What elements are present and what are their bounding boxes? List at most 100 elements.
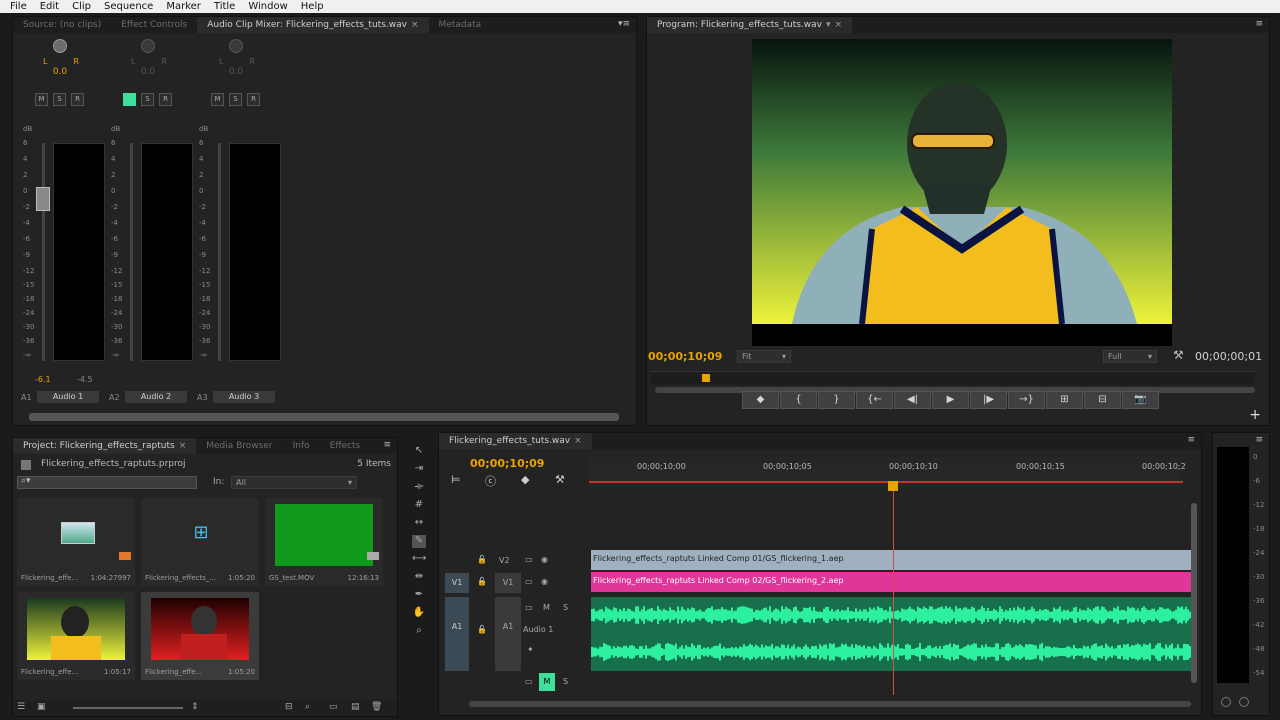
volume-left-value[interactable]: -6.1 [35, 375, 51, 384]
menu-clip[interactable]: Clip [72, 1, 91, 12]
mark-out-button[interactable]: } [818, 391, 855, 409]
mute-button[interactable]: M [543, 603, 550, 612]
tab-project[interactable]: Project: Flickering_effects_raptuts × [13, 438, 197, 454]
lock-icon[interactable]: 🔓 [477, 555, 487, 564]
add-marker-icon[interactable]: ◆ [521, 473, 529, 486]
chevron-down-icon[interactable]: ▾ [826, 20, 831, 30]
zoom-tool-icon[interactable]: ⌕ [412, 625, 426, 638]
source-patch-v1[interactable]: V1 [445, 573, 469, 593]
tab-audio-clip-mixer[interactable]: Audio Clip Mixer: Flickering_effects_tut… [197, 17, 429, 33]
tab-sequence[interactable]: Flickering_effects_tuts.wav × [439, 433, 592, 449]
clip-v2[interactable]: Flickering_effects_raptuts Linked Comp 0… [591, 550, 1193, 570]
record-button[interactable]: R [71, 93, 84, 106]
step-back-button[interactable]: ◀| [894, 391, 931, 409]
list-view-icon[interactable]: ☰ [17, 702, 25, 712]
menu-edit[interactable]: Edit [40, 1, 59, 12]
channel-name[interactable]: Audio 3 [213, 391, 275, 403]
timeline-scrollbar[interactable] [469, 701, 1191, 707]
lock-icon[interactable]: 🔓 [477, 577, 487, 586]
hand-tool-icon[interactable]: ✋ [412, 607, 426, 620]
mute-button[interactable]: M [35, 93, 48, 106]
track-label-v1[interactable]: V1 [495, 573, 521, 593]
tab-info[interactable]: Info [283, 438, 320, 454]
record-button[interactable]: R [159, 93, 172, 106]
project-item[interactable]: GS_test.MOV 12:16:13 [265, 498, 383, 586]
close-icon[interactable]: × [574, 436, 582, 446]
extract-button[interactable]: ⊟ [1084, 391, 1121, 409]
solo-left-button[interactable] [1221, 697, 1231, 707]
go-to-out-button[interactable]: →} [1008, 391, 1045, 409]
find-icon[interactable]: ⌕ [305, 702, 310, 712]
eye-icon[interactable]: ◉ [541, 555, 548, 564]
audio-clip-a1[interactable] [591, 597, 1193, 671]
export-frame-button[interactable]: 📷 [1122, 391, 1159, 409]
playhead-line[interactable] [893, 485, 894, 695]
time-ruler[interactable]: 00;00;10;00 00;00;10;05 00;00;10;10 00;0… [589, 457, 1186, 487]
pan-knob[interactable] [229, 39, 243, 53]
project-item[interactable]: Flickering_effe... 1:04:27997 [17, 498, 135, 586]
play-button[interactable]: ▶ [932, 391, 969, 409]
panel-menu-icon[interactable]: ≡ [1255, 435, 1263, 445]
timeline-timecode[interactable]: 00;00;10;09 [470, 457, 544, 470]
lift-button[interactable]: ⊞ [1046, 391, 1083, 409]
new-bin-icon[interactable]: ▭ [329, 702, 338, 712]
pen-tool-icon[interactable]: ✒ [412, 589, 426, 602]
selection-tool-icon[interactable]: ↖ [412, 445, 426, 458]
tab-metadata[interactable]: Metadata [429, 17, 492, 33]
mute-button-active[interactable]: M [539, 673, 555, 691]
snap-icon[interactable]: ⊨ [451, 473, 461, 486]
record-button[interactable]: R [247, 93, 260, 106]
step-forward-button[interactable]: |▶ [970, 391, 1007, 409]
vertical-scrollbar[interactable] [1191, 503, 1197, 683]
mute-button[interactable] [123, 93, 136, 106]
panel-menu-icon[interactable]: ≡ [1187, 435, 1195, 445]
pan-knob[interactable] [53, 39, 67, 53]
menu-help[interactable]: Help [301, 1, 324, 12]
panel-menu-icon[interactable]: ≡ [383, 440, 391, 450]
plus-icon[interactable]: + [1249, 407, 1261, 423]
clip-v1[interactable]: Flickering_effects_raptuts Linked Comp 0… [591, 572, 1193, 592]
add-marker-button[interactable]: ◆ [742, 391, 779, 409]
pan-value[interactable]: 0.0 [105, 67, 191, 77]
tab-media-browser[interactable]: Media Browser [196, 438, 282, 454]
solo-button[interactable]: S [53, 93, 66, 106]
channel-name[interactable]: Audio 1 [37, 391, 99, 403]
tab-program[interactable]: Program: Flickering_effects_tuts.wav ▾ × [647, 17, 853, 33]
tab-source[interactable]: Source: (no clips) [13, 17, 111, 33]
source-patch-a1[interactable]: A1 [445, 597, 469, 671]
project-item[interactable]: ⊞ Flickering_effects_... 1:05:20 [141, 498, 259, 586]
icon-view-icon[interactable]: ▣ [37, 702, 46, 712]
panel-menu-icon[interactable]: ≡ [1255, 19, 1263, 29]
project-item-selected[interactable]: Flickering_effe... 1:05:20 [141, 592, 259, 680]
razor-tool-icon[interactable]: ✎ [412, 535, 426, 548]
close-icon[interactable]: × [411, 20, 419, 30]
solo-right-button[interactable] [1239, 697, 1249, 707]
speaker-icon[interactable]: ▭ [525, 603, 533, 612]
pan-value[interactable]: 0.0 [193, 67, 279, 77]
in-select[interactable]: All ▾ [231, 476, 357, 489]
menu-title[interactable]: Title [214, 1, 235, 12]
fit-select[interactable]: Fit ▾ [737, 350, 791, 363]
track-label-a1[interactable]: A1 [495, 597, 521, 671]
film-icon[interactable]: ▭ [525, 555, 533, 564]
timeline-settings-icon[interactable]: ⚒ [555, 473, 565, 486]
solo-button[interactable]: S [563, 603, 568, 612]
rolling-edit-tool-icon[interactable]: # [412, 499, 426, 512]
search-input[interactable]: ⌕▾ [17, 476, 197, 489]
solo-button[interactable]: S [141, 93, 154, 106]
linked-selection-icon[interactable]: ⓒ [485, 473, 496, 489]
pan-value[interactable]: 0.0 [17, 67, 103, 77]
tab-effect-controls[interactable]: Effect Controls [111, 17, 197, 33]
eye-icon[interactable]: ◉ [541, 577, 548, 586]
speaker-icon[interactable]: ▭ [525, 677, 533, 686]
playhead-marker[interactable] [888, 481, 898, 491]
volume-fader[interactable] [36, 187, 50, 211]
go-to-in-button[interactable]: {← [856, 391, 893, 409]
channel-name[interactable]: Audio 2 [125, 391, 187, 403]
mark-in-button[interactable]: { [780, 391, 817, 409]
slide-tool-icon[interactable]: ⇹ [412, 571, 426, 584]
program-timecode[interactable]: 00;00;10;09 [648, 350, 722, 363]
mute-button[interactable]: M [211, 93, 224, 106]
mixer-scrollbar[interactable] [29, 413, 619, 421]
panel-menu-icon[interactable]: ▾≡ [618, 19, 630, 29]
